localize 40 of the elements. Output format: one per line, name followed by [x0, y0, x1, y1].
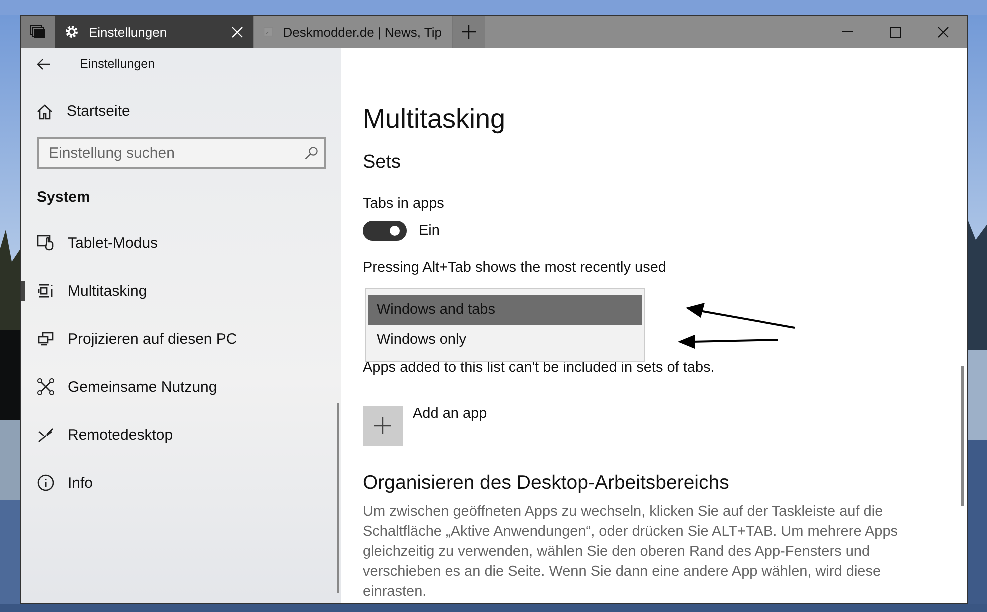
plus-icon	[374, 417, 392, 435]
info-icon	[37, 474, 55, 492]
plus-icon[interactable]	[462, 25, 476, 39]
nav-item[interactable]: Projizieren auf diesen PC	[21, 315, 341, 363]
search-field[interactable]: Einstellung suchen	[37, 137, 326, 169]
setting-label: Tabs in apps	[363, 196, 446, 212]
description-text: Um zwischen geöffneten Apps zu wechseln, klicken Sie auf der Taskleiste auf die Schaltfläche „Aktive Anwendungen“, oder drücken Sie ALT+TAB. Um mehrere Apps gleichzeitig zu verwenden, wählen Sie den oberen Rand des App-Fensters und verschieben es an die Seite. Wenn Sie dann eine andere App wählen, wird diese einrasten.	[363, 503, 900, 602]
section-heading: Sets	[363, 152, 402, 174]
minimize-icon[interactable]	[842, 31, 852, 33]
project-icon	[37, 330, 55, 348]
share-icon	[37, 378, 55, 396]
note-text: Apps added to this list can't be included in sets of tabs.	[363, 360, 716, 376]
search-icon[interactable]	[305, 147, 318, 160]
section-heading: System	[37, 189, 92, 206]
toggle-state: Ein	[419, 223, 440, 239]
stacked-windows-icon[interactable]	[30, 25, 46, 39]
nav-item[interactable]: Info	[21, 459, 341, 507]
section-heading: Organisieren des Desktop-Arbeitsbereichs	[363, 472, 730, 495]
home-link[interactable]: Startseite	[37, 103, 341, 120]
tablet-icon	[37, 234, 55, 252]
page-title: Multitasking	[363, 104, 507, 135]
dropdown-option[interactable]: Windows and tabs	[368, 295, 642, 325]
nav-item[interactable]: Remotedesktop	[21, 411, 341, 459]
setting-label: Pressing Alt+Tab shows the most recently used	[363, 260, 668, 276]
app-title: Einstellungen	[80, 57, 156, 71]
add-app-button[interactable]	[363, 406, 403, 446]
back-arrow-icon[interactable]	[37, 58, 50, 70]
browser-tab[interactable]: Einstellungen	[55, 16, 254, 48]
gear-icon	[65, 25, 79, 39]
toggle-switch[interactable]	[363, 221, 407, 241]
multitask-icon	[37, 282, 55, 300]
dropdown-option[interactable]: Windows only	[368, 325, 642, 355]
nav-item[interactable]: Gemeinsame Nutzung	[21, 363, 341, 411]
add-app-label[interactable]: Add an app	[413, 406, 488, 422]
nav-item[interactable]: Tablet-Modus	[21, 219, 341, 267]
nav-item[interactable]: Multitasking	[21, 267, 341, 315]
page-icon	[264, 25, 274, 39]
home-icon	[37, 104, 53, 120]
close-icon[interactable]	[938, 26, 948, 38]
maximize-icon[interactable]	[890, 26, 900, 38]
